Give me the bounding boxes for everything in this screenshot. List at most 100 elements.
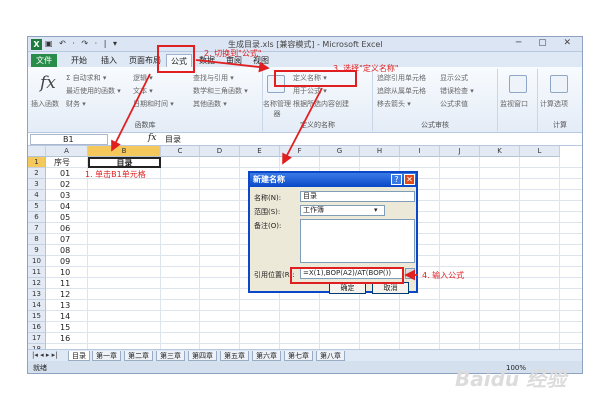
row-header-7[interactable]: 7 xyxy=(28,223,46,234)
row-header-16[interactable]: 16 xyxy=(28,322,46,333)
date-time-button[interactable]: 日期和时间 ▾ xyxy=(133,99,174,109)
cell-a1[interactable]: 序号 xyxy=(54,157,70,168)
collapse-range-icon[interactable] xyxy=(405,268,415,279)
row-header-6[interactable]: 6 xyxy=(28,212,46,223)
financial-button[interactable]: 财务 ▾ xyxy=(66,99,86,109)
row-header-17[interactable]: 17 xyxy=(28,333,46,344)
calc-options-icon[interactable] xyxy=(550,75,568,93)
evaluate-formula-button[interactable]: 公式求值 xyxy=(440,99,468,109)
name-manager-button[interactable]: 名称管理器 xyxy=(263,99,291,119)
use-in-formula-button[interactable]: 用于公式 ▾ xyxy=(293,86,327,96)
insert-function-icon[interactable]: fx xyxy=(40,73,56,93)
row-header-10[interactable]: 10 xyxy=(28,256,46,267)
column-header-e[interactable]: E xyxy=(240,146,280,157)
watch-window-icon[interactable] xyxy=(509,75,527,93)
sheet-tab-3[interactable]: 第三章 xyxy=(156,351,185,361)
error-checking-button[interactable]: 错误检查 ▾ xyxy=(440,86,474,96)
name-box[interactable]: B1 xyxy=(30,134,108,145)
column-header-g[interactable]: G xyxy=(320,146,360,157)
sheet-nav-arrows[interactable]: |◂ ◂ ▸ ▸| xyxy=(32,351,57,359)
cell-a17[interactable]: 16 xyxy=(60,333,70,344)
cell-a15[interactable]: 14 xyxy=(60,311,70,322)
insert-function-button[interactable]: 插入函数 xyxy=(31,99,59,109)
formula-input[interactable]: 目录 xyxy=(165,134,181,145)
cell-a16[interactable]: 15 xyxy=(60,322,70,333)
column-header-l[interactable]: L xyxy=(520,146,560,157)
formula-bar: B1 fx 目录 xyxy=(28,133,582,146)
row-header-2[interactable]: 2 xyxy=(28,168,46,179)
column-header-f[interactable]: F xyxy=(280,146,320,157)
column-header-c[interactable]: C xyxy=(161,146,200,157)
math-button[interactable]: 数学和三角函数 ▾ xyxy=(193,86,248,96)
name-input[interactable]: 目录 xyxy=(300,191,415,202)
show-formulas-button[interactable]: 显示公式 xyxy=(440,73,468,83)
column-header-i[interactable]: I xyxy=(400,146,440,157)
row-header-12[interactable]: 12 xyxy=(28,278,46,289)
cell-a14[interactable]: 13 xyxy=(60,300,70,311)
cell-a9[interactable]: 08 xyxy=(60,245,70,256)
tab-home[interactable]: 开始 xyxy=(68,54,90,67)
chevron-down-icon[interactable]: ▾ xyxy=(374,206,378,214)
watch-window-button[interactable]: 监视窗口 xyxy=(500,99,528,109)
sheet-tab-2[interactable]: 第二章 xyxy=(124,351,153,361)
column-header-j[interactable]: J xyxy=(440,146,480,157)
lookup-button[interactable]: 查找与引用 ▾ xyxy=(193,73,234,83)
row-header-9[interactable]: 9 xyxy=(28,245,46,256)
scope-select[interactable]: 工作簿 xyxy=(300,205,385,216)
create-from-selection-button[interactable]: 根据所选内容创建 xyxy=(293,99,349,109)
row-header-3[interactable]: 3 xyxy=(28,179,46,190)
gridline-row xyxy=(46,321,582,322)
cell-a10[interactable]: 09 xyxy=(60,256,70,267)
row-header-11[interactable]: 11 xyxy=(28,267,46,278)
sheet-tab-0[interactable]: 目录 xyxy=(68,351,90,361)
cell-a13[interactable]: 12 xyxy=(60,289,70,300)
column-header-a[interactable]: A xyxy=(46,146,88,157)
text-button[interactable]: 文本 ▾ xyxy=(133,86,153,96)
recent-functions-button[interactable]: 最近使用的函数 ▾ xyxy=(66,86,121,96)
cell-b1-selected[interactable]: 目录 xyxy=(88,157,161,168)
row-header-4[interactable]: 4 xyxy=(28,190,46,201)
column-header-d[interactable]: D xyxy=(200,146,240,157)
sheet-tab-6[interactable]: 第六章 xyxy=(252,351,281,361)
quick-access-toolbar[interactable]: ▣ ↶ · ↷ · | ▾ xyxy=(45,39,119,48)
calc-options-button[interactable]: 计算选项 xyxy=(540,99,568,109)
row-header-1[interactable]: 1 xyxy=(28,157,46,168)
close-button[interactable]: ✕ xyxy=(404,174,415,185)
sheet-tab-8[interactable]: 第八章 xyxy=(316,351,345,361)
window-controls[interactable]: ─ ▢ ✕ xyxy=(516,38,578,48)
select-all-corner[interactable] xyxy=(28,146,46,157)
row-header-8[interactable]: 8 xyxy=(28,234,46,245)
cell-a5[interactable]: 04 xyxy=(60,201,70,212)
trace-dependents-button[interactable]: 追踪从属单元格 xyxy=(377,86,426,96)
autosum-button[interactable]: Σ 自动求和 ▾ xyxy=(66,73,106,83)
column-header-b[interactable]: B xyxy=(88,146,161,157)
sheet-tab-4[interactable]: 第四章 xyxy=(188,351,217,361)
fx-button[interactable]: fx xyxy=(148,133,156,143)
sheet-tab-1[interactable]: 第一章 xyxy=(92,351,121,361)
column-header-k[interactable]: K xyxy=(480,146,520,157)
row-header-13[interactable]: 13 xyxy=(28,289,46,300)
sheet-tab-7[interactable]: 第七章 xyxy=(284,351,313,361)
row-header-5[interactable]: 5 xyxy=(28,201,46,212)
cell-a11[interactable]: 10 xyxy=(60,267,70,278)
sheet-tab-5[interactable]: 第五章 xyxy=(220,351,249,361)
column-header-h[interactable]: H xyxy=(360,146,400,157)
cell-a6[interactable]: 05 xyxy=(60,212,70,223)
tab-insert[interactable]: 插入 xyxy=(98,54,120,67)
cell-a8[interactable]: 07 xyxy=(60,234,70,245)
tab-file[interactable]: 文件 xyxy=(31,54,57,67)
trace-precedents-button[interactable]: 追踪引用单元格 xyxy=(377,73,426,83)
gridline-col xyxy=(87,157,88,349)
cell-a12[interactable]: 11 xyxy=(60,278,70,289)
more-functions-button[interactable]: 其他函数 ▾ xyxy=(193,99,227,109)
comment-input[interactable] xyxy=(300,219,415,263)
row-header-15[interactable]: 15 xyxy=(28,311,46,322)
cell-a7[interactable]: 06 xyxy=(60,223,70,234)
cell-a2[interactable]: 01 xyxy=(60,168,70,179)
cell-a4[interactable]: 03 xyxy=(60,190,70,201)
help-button[interactable]: ? xyxy=(391,174,402,185)
row-header-14[interactable]: 14 xyxy=(28,300,46,311)
logical-button[interactable]: 逻辑 ▾ xyxy=(133,73,153,83)
remove-arrows-button[interactable]: 移去箭头 ▾ xyxy=(377,99,411,109)
cell-a3[interactable]: 02 xyxy=(60,179,70,190)
